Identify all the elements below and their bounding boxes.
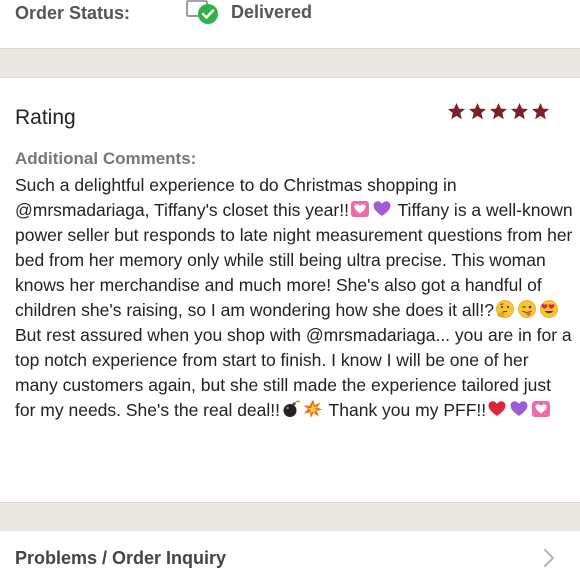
problems-order-inquiry-row[interactable]: Problems / Order Inquiry: [0, 531, 580, 580]
additional-comments-label: Additional Comments:: [15, 149, 197, 168]
purple-heart-emoji: [510, 401, 528, 416]
red-heart-emoji: [488, 401, 506, 416]
rating-title: Rating: [15, 106, 76, 129]
heart-with-ribbon-emoji: [532, 401, 551, 417]
thinking-face-emoji: [496, 300, 514, 318]
purple-heart-emoji: [373, 201, 391, 216]
star-icon: [510, 102, 529, 120]
rating-section: Rating Additional Comments: Such a delig…: [0, 78, 580, 502]
section-divider: [0, 502, 580, 532]
chevron-right-icon: [543, 548, 555, 568]
collision-emoji: [303, 399, 323, 418]
order-status-row: Order Status: Delivered: [0, 0, 580, 48]
bomb-emoji: [283, 400, 301, 417]
star-icon: [489, 102, 508, 120]
order-detail-page: Order Status: Delivered Rating Additiona…: [0, 0, 580, 580]
heart-with-ribbon-emoji: [350, 201, 369, 217]
delivered-box-check-icon: [186, 0, 218, 24]
star-icon: [468, 102, 487, 120]
order-status-label: Order Status:: [15, 3, 131, 23]
star-rating: [447, 102, 550, 121]
star-icon: [447, 102, 466, 120]
heart-eyes-face-emoji: [540, 300, 558, 318]
star-icon: [531, 102, 550, 120]
winking-tongue-face-emoji: [518, 300, 536, 318]
section-divider: [0, 48, 580, 78]
problems-order-inquiry-label: Problems / Order Inquiry: [15, 548, 227, 568]
order-status-value: Delivered: [231, 2, 313, 22]
additional-comments-text: Such a delightful experience to do Chris…: [15, 175, 573, 420]
